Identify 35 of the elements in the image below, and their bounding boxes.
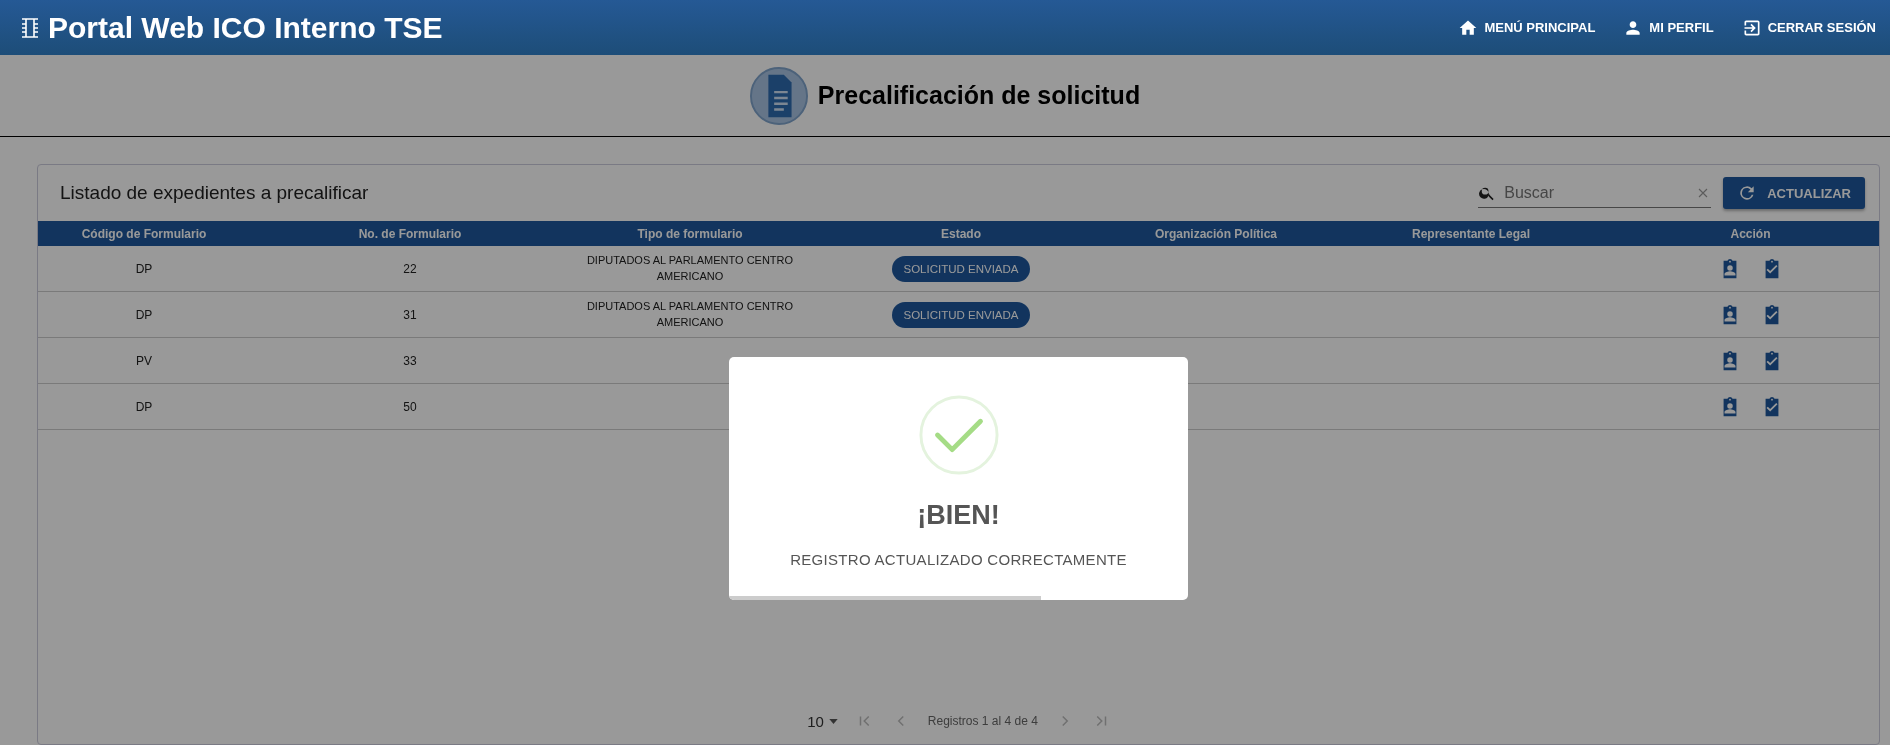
nav-link[interactable]: MENÚ PRINCIPAL: [1458, 17, 1596, 38]
table-cell: DP: [135, 261, 153, 276]
status-badge: SOLICITUD ENVIADA: [892, 255, 1030, 282]
table-cell-text: DIPUTADOS AL PARLAMENTO CENTRO AMERICANO: [585, 299, 795, 330]
table-cell: DP: [135, 307, 153, 322]
status-badge: SOLICITUD ENVIADA: [892, 301, 1030, 328]
column-header: Tipo de formulario: [636, 226, 744, 241]
search-field[interactable]: Buscar: [1502, 182, 1690, 203]
table-cell: 33: [403, 353, 417, 368]
column-header: Organización Política: [1154, 226, 1278, 241]
table-cell: DP: [135, 399, 153, 414]
pagination-summary: Registros 1 al 4 de 4: [927, 714, 1038, 728]
column-header: No. de Formulario: [357, 226, 463, 241]
column-header: Estado: [940, 226, 982, 241]
caret-icon: [828, 718, 838, 724]
column-header: Representante Legal: [1410, 226, 1531, 241]
refresh-button[interactable]: ACTUALIZAR: [1723, 177, 1865, 209]
dialog-title: ¡BIEN!: [917, 500, 1000, 531]
column-header: Código de Formulario: [80, 226, 208, 241]
table-cell-text: DIPUTADOS AL PARLAMENTO CENTRO AMERICANO: [585, 253, 795, 284]
app-title: Portal Web ICO Interno TSE: [48, 10, 443, 45]
nav-link[interactable]: CERRAR SESIÓN: [1741, 17, 1876, 38]
logo-icon: [20, 16, 40, 39]
table-cell: 31: [403, 307, 417, 322]
page-size-select[interactable]: 10: [807, 712, 838, 730]
success-check-icon: [917, 394, 1000, 476]
column-header: Acción: [1729, 226, 1772, 241]
card-title: Listado de expedientes a precalificar: [60, 182, 369, 204]
nav-link[interactable]: MI PERFIL: [1623, 17, 1714, 38]
table-cell: 50: [403, 399, 417, 414]
table-cell: PV: [136, 353, 152, 368]
page-title: Precalificación de solicitud: [817, 81, 1141, 110]
table-cell: 22: [403, 261, 417, 276]
document-icon: [749, 66, 808, 125]
dialog-message: REGISTRO ACTUALIZADO CORRECTAMENTE: [790, 551, 1127, 568]
